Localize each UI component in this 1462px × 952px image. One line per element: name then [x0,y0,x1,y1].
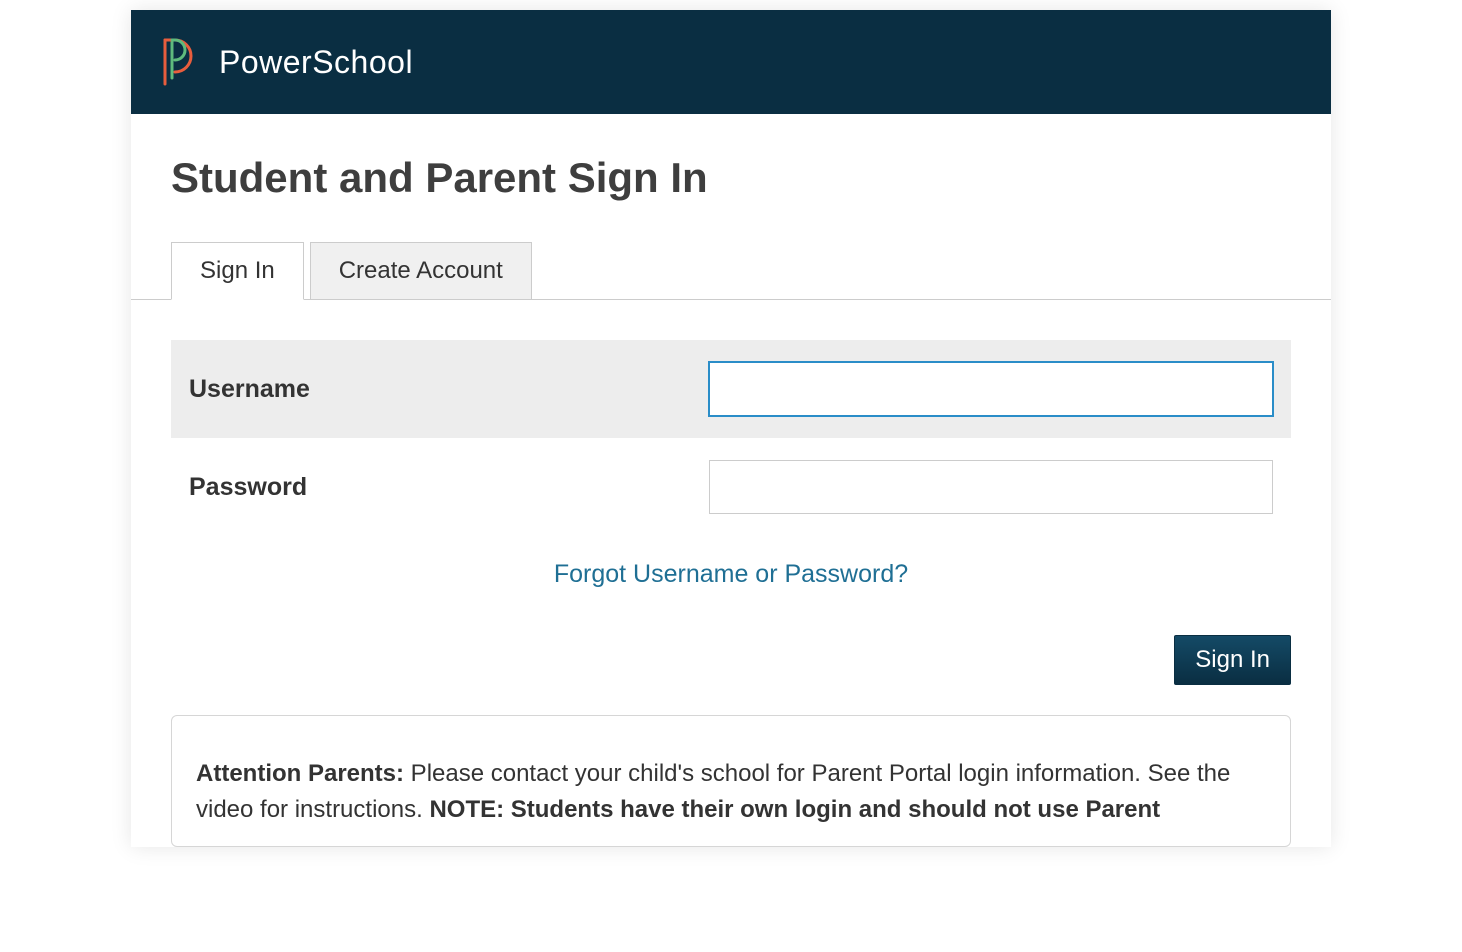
app-header: PowerSchool [131,10,1331,114]
password-input[interactable] [709,460,1273,514]
forgot-link-row: Forgot Username or Password? [171,536,1291,599]
password-label: Password [189,473,709,502]
app-container: PowerSchool Student and Parent Sign In S… [131,10,1331,847]
signin-form: Username Password Forgot Username or Pas… [171,300,1291,847]
content-area: Student and Parent Sign In Sign In Creat… [131,114,1331,847]
notice-attention-label: Attention Parents: [196,760,404,787]
notice-note-bold: NOTE: Students have their own login and … [429,796,1160,823]
username-row: Username [171,340,1291,438]
page-title: Student and Parent Sign In [171,154,1291,202]
password-input-wrap [709,460,1273,514]
tab-sign-in[interactable]: Sign In [171,242,304,300]
sign-in-button[interactable]: Sign In [1174,635,1291,685]
username-input[interactable] [709,362,1273,416]
username-input-wrap [709,362,1273,416]
password-row: Password [171,438,1291,536]
brand-name: PowerSchool [219,44,413,81]
forgot-username-password-link[interactable]: Forgot Username or Password? [554,560,908,588]
tab-create-account[interactable]: Create Account [310,242,532,299]
powerschool-logo-icon [161,38,197,86]
username-label: Username [189,375,709,404]
button-row: Sign In [171,599,1291,715]
notice-box: Attention Parents: Please contact your c… [171,715,1291,847]
tabs-bar: Sign In Create Account [131,242,1331,300]
